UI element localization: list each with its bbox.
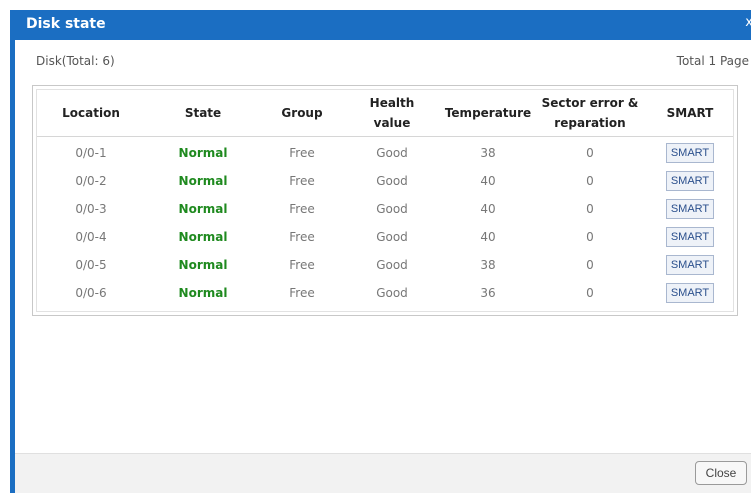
cell-health: Good bbox=[376, 174, 408, 188]
header-health-line1: Health bbox=[369, 96, 415, 110]
cell-temperature: 40 bbox=[480, 230, 496, 244]
total-page-label: Total 1 Page bbox=[676, 54, 749, 68]
table-row: 0/0-5 Normal Free Good 38 0 SMART bbox=[37, 251, 733, 279]
cell-location: 0/0-3 bbox=[75, 202, 107, 216]
cell-location: 0/0-1 bbox=[75, 146, 107, 160]
cell-group: Free bbox=[289, 258, 315, 272]
dialog-footer: Close bbox=[15, 453, 751, 493]
cell-smart: SMART bbox=[653, 279, 727, 307]
header-smart: SMART bbox=[666, 106, 714, 120]
header-temperature: Temperature bbox=[444, 106, 532, 120]
smart-button[interactable]: SMART bbox=[665, 143, 715, 163]
cell-smart: SMART bbox=[653, 195, 727, 223]
cell-temperature: 40 bbox=[480, 202, 496, 216]
dialog-titlebar: Disk state x bbox=[10, 10, 751, 40]
smart-button[interactable]: SMART bbox=[665, 283, 715, 303]
table-row: 0/0-1 Normal Free Good 38 0 SMART bbox=[37, 139, 733, 167]
dialog-title: Disk state bbox=[26, 16, 106, 32]
cell-smart: SMART bbox=[653, 167, 727, 195]
cell-state: Normal bbox=[178, 286, 228, 300]
smart-button[interactable]: SMART bbox=[665, 227, 715, 247]
cell-health: Good bbox=[376, 146, 408, 160]
cell-location: 0/0-6 bbox=[75, 286, 107, 300]
cell-group: Free bbox=[289, 202, 315, 216]
header-health: Health value bbox=[353, 90, 431, 136]
table-row: 0/0-3 Normal Free Good 40 0 SMART bbox=[37, 195, 733, 223]
cell-state: Normal bbox=[178, 174, 228, 188]
cell-smart: SMART bbox=[653, 139, 727, 167]
header-health-line2: value bbox=[373, 116, 411, 130]
cell-smart: SMART bbox=[653, 223, 727, 251]
table-row: 0/0-2 Normal Free Good 40 0 SMART bbox=[37, 167, 733, 195]
cell-state: Normal bbox=[178, 230, 228, 244]
table-row: 0/0-6 Normal Free Good 36 0 SMART bbox=[37, 279, 733, 307]
cell-location: 0/0-4 bbox=[75, 230, 107, 244]
dialog-left-border bbox=[10, 40, 15, 493]
smart-button[interactable]: SMART bbox=[665, 171, 715, 191]
cell-health: Good bbox=[376, 202, 408, 216]
header-sector: Sector error & reparation bbox=[533, 90, 647, 136]
disk-table-inner: Location State Group Health value Temper… bbox=[36, 89, 734, 312]
header-group: Group bbox=[281, 106, 323, 120]
cell-sector: 0 bbox=[586, 146, 594, 160]
header-sector-line2: reparation bbox=[554, 116, 626, 130]
cell-health: Good bbox=[376, 258, 408, 272]
disk-state-dialog: Disk state x Disk(Total: 6) Total 1 Page… bbox=[10, 10, 751, 493]
background-left bbox=[0, 0, 10, 493]
header-state: State bbox=[184, 106, 222, 120]
disk-table: Location State Group Health value Temper… bbox=[32, 85, 738, 316]
cell-smart: SMART bbox=[653, 251, 727, 279]
table-row: 0/0-4 Normal Free Good 40 0 SMART bbox=[37, 223, 733, 251]
cell-state: Normal bbox=[178, 258, 228, 272]
cell-group: Free bbox=[289, 286, 315, 300]
cell-temperature: 36 bbox=[480, 286, 496, 300]
cell-temperature: 38 bbox=[480, 258, 496, 272]
cell-state: Normal bbox=[178, 202, 228, 216]
table-header: Location State Group Health value Temper… bbox=[37, 90, 733, 137]
cell-group: Free bbox=[289, 146, 315, 160]
cell-sector: 0 bbox=[586, 202, 594, 216]
cell-group: Free bbox=[289, 174, 315, 188]
cell-health: Good bbox=[376, 230, 408, 244]
cell-sector: 0 bbox=[586, 258, 594, 272]
cell-sector: 0 bbox=[586, 286, 594, 300]
cell-location: 0/0-2 bbox=[75, 174, 107, 188]
close-button[interactable]: Close bbox=[695, 461, 747, 485]
cell-location: 0/0-5 bbox=[75, 258, 107, 272]
cell-temperature: 40 bbox=[480, 174, 496, 188]
cell-group: Free bbox=[289, 230, 315, 244]
header-sector-line1: Sector error & bbox=[541, 96, 639, 110]
cell-sector: 0 bbox=[586, 230, 594, 244]
cell-state: Normal bbox=[178, 146, 228, 160]
smart-button[interactable]: SMART bbox=[665, 255, 715, 275]
cell-health: Good bbox=[376, 286, 408, 300]
close-icon[interactable]: x bbox=[745, 15, 751, 30]
header-location: Location bbox=[62, 106, 120, 120]
smart-button[interactable]: SMART bbox=[665, 199, 715, 219]
cell-sector: 0 bbox=[586, 174, 594, 188]
cell-temperature: 38 bbox=[480, 146, 496, 160]
disk-total-label: Disk(Total: 6) bbox=[36, 54, 115, 68]
